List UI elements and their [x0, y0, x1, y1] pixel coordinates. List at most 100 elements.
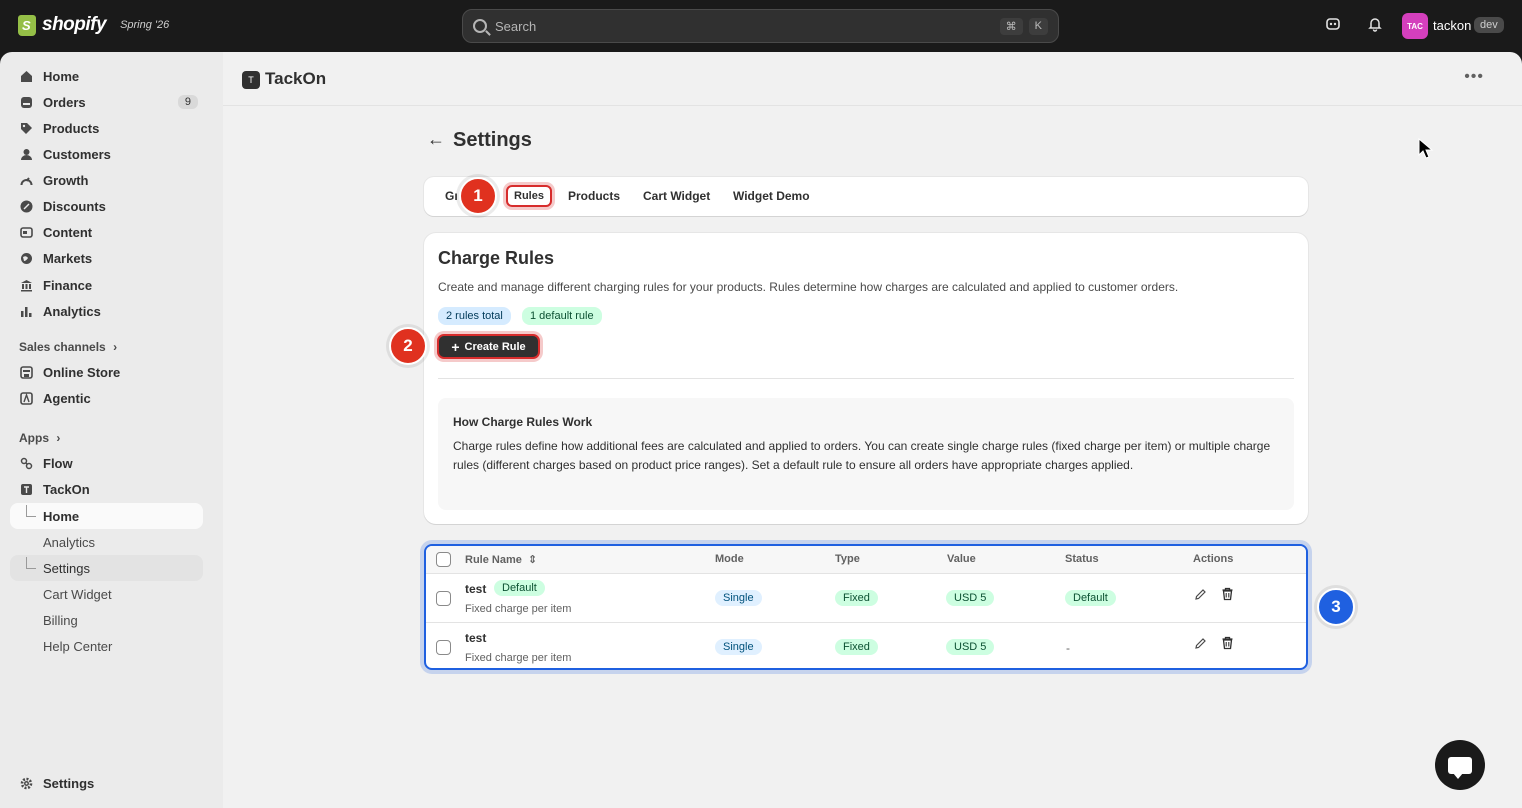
- sidebar-item-label: TackOn: [43, 481, 90, 497]
- orders-icon: [18, 94, 34, 110]
- user-name[interactable]: tackon: [1433, 18, 1471, 33]
- sidebar-item-label: Online Store: [43, 364, 121, 380]
- discount-icon: [18, 198, 34, 214]
- create-rule-button[interactable]: + Create Rule: [437, 334, 540, 359]
- sidebar-item-online-store[interactable]: Online Store: [10, 360, 203, 384]
- row-checkbox[interactable]: [436, 640, 451, 655]
- column-header-actions: Actions: [1193, 553, 1234, 565]
- info-text: Charge rules define how additional fees …: [453, 439, 1271, 472]
- sidebar-item-growth[interactable]: Growth: [10, 168, 203, 192]
- more-actions-icon[interactable]: •••: [1464, 68, 1484, 86]
- sidebar-item-customers[interactable]: Customers: [10, 142, 203, 166]
- card-title: Charge Rules: [438, 248, 555, 268]
- growth-icon: [18, 172, 34, 188]
- sidebar-subitem-analytics[interactable]: Analytics: [10, 529, 203, 555]
- sidekick-icon[interactable]: [1323, 16, 1343, 36]
- chat-button[interactable]: [1435, 740, 1485, 790]
- sidebar-item-label: Growth: [43, 172, 89, 188]
- sidebar-item-flow[interactable]: Flow: [10, 451, 203, 475]
- bell-icon[interactable]: [1365, 16, 1385, 36]
- delete-trash-icon[interactable]: [1221, 587, 1234, 604]
- sidebar-subitem-label: Help Center: [43, 638, 113, 654]
- rule-subtitle: Fixed charge per item: [465, 603, 572, 615]
- tab-rules[interactable]: Rules: [506, 185, 552, 207]
- sidebar-subitem-home[interactable]: Home: [10, 503, 203, 529]
- rule-name: test: [465, 582, 487, 596]
- sidebar-item-discounts[interactable]: Discounts: [10, 194, 203, 218]
- sidebar-item-label: Content: [43, 224, 93, 240]
- sidebar-item-tackon[interactable]: TackOn: [10, 477, 203, 501]
- column-header-mode: Mode: [715, 553, 744, 565]
- sidebar-subitem-help-center[interactable]: Help Center: [10, 633, 203, 659]
- flow-icon: [18, 455, 34, 471]
- column-header-type: Type: [835, 553, 860, 565]
- avatar[interactable]: TAC: [1402, 13, 1428, 39]
- status-badge: Default: [1065, 590, 1116, 606]
- tab-general[interactable]: Gı: [445, 189, 458, 203]
- rules-total-badge: 2 rules total: [438, 307, 511, 325]
- tackon-logo-icon: T: [242, 71, 260, 89]
- select-all-checkbox[interactable]: [436, 552, 451, 567]
- home-icon: [18, 68, 34, 84]
- back-arrow-icon[interactable]: ←: [427, 129, 445, 150]
- table-row[interactable]: test Default Fixed charge per item Singl…: [426, 574, 1306, 623]
- chat-icon: [1448, 756, 1472, 779]
- search-input[interactable]: Search ⌘ K: [462, 9, 1059, 43]
- app-title: TackOn: [265, 69, 327, 88]
- sidebar-item-label: Flow: [43, 455, 73, 471]
- sidebar-item-label: Discounts: [43, 198, 106, 214]
- globe-icon: [18, 250, 34, 266]
- tab-products[interactable]: Products: [568, 189, 620, 203]
- tackon-app-icon: [18, 481, 34, 497]
- apps-heading[interactable]: Apps ›: [19, 431, 60, 445]
- sidebar-item-home[interactable]: Home: [10, 64, 203, 88]
- sidebar-subitem-label: Analytics: [43, 534, 96, 550]
- command-key: ⌘: [999, 17, 1023, 35]
- column-header-rule-name[interactable]: Rule Name ⇕: [465, 553, 537, 566]
- sales-channels-heading[interactable]: Sales channels ›: [19, 340, 117, 354]
- sidebar-item-label: Orders: [43, 94, 86, 110]
- mode-badge: Single: [715, 590, 762, 606]
- mode-badge: Single: [715, 639, 762, 655]
- column-header-status: Status: [1065, 553, 1099, 565]
- tab-widget-demo[interactable]: Widget Demo: [733, 189, 810, 203]
- chevron-right-icon: ›: [56, 431, 61, 445]
- row-checkbox[interactable]: [436, 591, 451, 606]
- search-placeholder: Search: [495, 18, 537, 34]
- default-rule-badge: 1 default rule: [522, 307, 602, 325]
- delete-trash-icon[interactable]: [1221, 636, 1234, 653]
- env-badge: dev: [1474, 17, 1504, 33]
- k-key: K: [1028, 17, 1048, 35]
- sidebar-item-products[interactable]: Products: [10, 116, 203, 140]
- content-icon: [18, 224, 34, 240]
- sidebar-item-label: Customers: [43, 146, 111, 162]
- search-shortcut: ⌘ K: [999, 17, 1048, 35]
- sidebar-subitem-cart-widget[interactable]: Cart Widget: [10, 581, 203, 607]
- divider: [438, 378, 1294, 379]
- edit-pencil-icon[interactable]: [1194, 637, 1207, 653]
- person-icon: [18, 146, 34, 162]
- sidebar-item-settings[interactable]: Settings: [10, 771, 203, 795]
- tab-cart-widget[interactable]: Cart Widget: [643, 189, 710, 203]
- sidebar-item-orders[interactable]: Orders 9: [10, 90, 203, 114]
- charge-rules-card: Charge Rules Create and manage different…: [424, 233, 1308, 524]
- settings-tabs: Gı Rules Products Cart Widget Widget Dem…: [424, 177, 1308, 216]
- sidebar-item-label: Markets: [43, 250, 93, 266]
- table-row[interactable]: test Fixed charge per item Single Fixed …: [426, 623, 1306, 668]
- info-box: How Charge Rules Work Charge rules defin…: [438, 398, 1294, 510]
- plus-icon: +: [451, 338, 460, 355]
- brand-name: shopify: [42, 14, 107, 35]
- sidebar-item-agentic[interactable]: Agentic: [10, 386, 203, 410]
- sidebar-item-label: Home: [43, 68, 80, 84]
- sidebar-subitem-label: Billing: [43, 612, 78, 628]
- sidebar-subitem-billing[interactable]: Billing: [10, 607, 203, 633]
- shopify-logo[interactable]: shopify Spring '26: [18, 14, 169, 36]
- sidebar-item-finance[interactable]: Finance: [10, 273, 203, 297]
- sidebar-subitem-label: Settings: [43, 560, 90, 576]
- edit-pencil-icon[interactable]: [1194, 588, 1207, 604]
- sidebar-item-content[interactable]: Content: [10, 220, 203, 244]
- sidebar-item-analytics[interactable]: Analytics: [10, 299, 203, 323]
- sidebar-item-markets[interactable]: Markets: [10, 246, 203, 270]
- sidebar-subitem-settings[interactable]: Settings: [10, 555, 203, 581]
- orders-count-badge: 9: [177, 95, 198, 109]
